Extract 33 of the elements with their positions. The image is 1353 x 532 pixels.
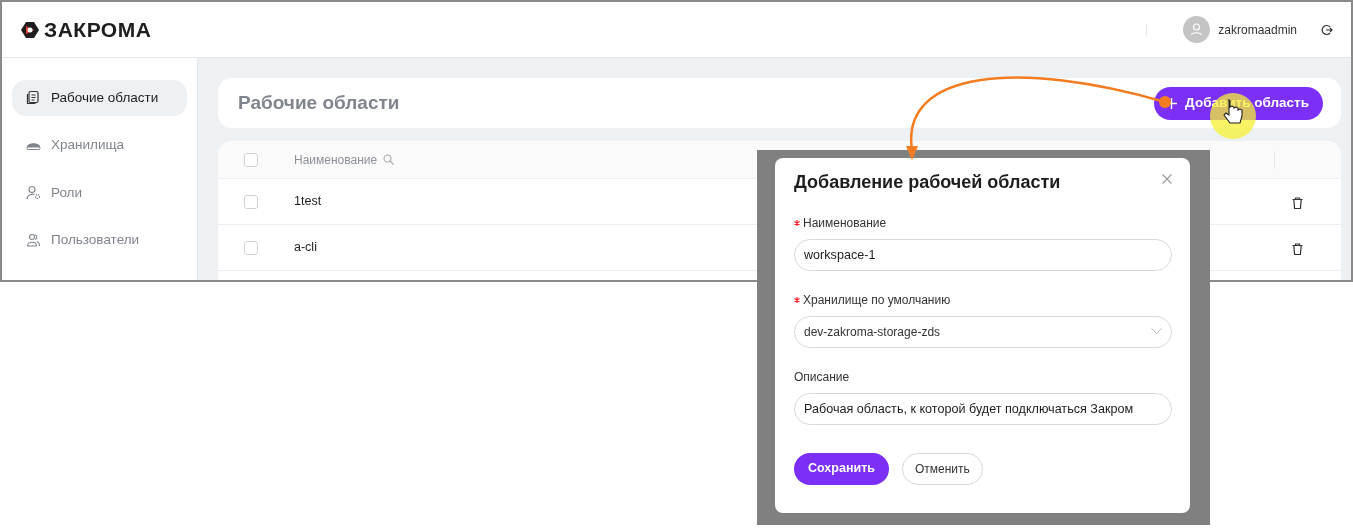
logo-icon [20,19,40,40]
page-title: Рабочие области [238,90,400,115]
storage-select[interactable]: dev-zakroma-storage-zds [794,315,1172,348]
username: zakromaadmin [1218,21,1297,39]
sidebar-item[interactable]: Пользователи [12,222,187,258]
sidebar-item[interactable]: Рабочие области [12,80,187,116]
logout-icon[interactable] [1321,23,1333,36]
table-cell-text: a-cli [294,239,317,257]
close-button[interactable] [1162,174,1172,184]
field-label: Хранилище по умолчанию [803,292,951,307]
trash-icon[interactable] [1292,243,1303,255]
chevron-down-icon [1151,328,1162,336]
column-header: Наименование [294,151,378,169]
input-field[interactable]: workspace-1 [794,238,1172,271]
trash-icon[interactable] [1292,197,1303,209]
users-icon [26,232,41,248]
select-all-checkbox[interactable] [244,152,258,167]
cancel-button[interactable]: Отменить [901,452,983,485]
input-field[interactable]: Рабочая область, к которой будет подключаться Закром [794,392,1172,425]
sidebar-item[interactable]: Хранилища [12,127,187,163]
search-icon[interactable] [383,154,395,165]
field-label: Описание [794,369,850,384]
field-label: Наименование [803,215,887,230]
row-checkbox[interactable] [244,240,258,255]
document-icon [26,90,41,106]
row-checkbox[interactable] [244,194,258,209]
table-cell-text: 1test [294,193,322,211]
save-button[interactable]: Сохранить [794,452,889,485]
avatar-icon[interactable] [1183,16,1211,43]
user-gear-icon [26,185,41,201]
sidebar-item[interactable]: Роли [12,175,187,211]
logo-text: ЗАКРОМА [44,16,152,43]
dialog-title: Добавление рабочей области [794,172,1061,194]
